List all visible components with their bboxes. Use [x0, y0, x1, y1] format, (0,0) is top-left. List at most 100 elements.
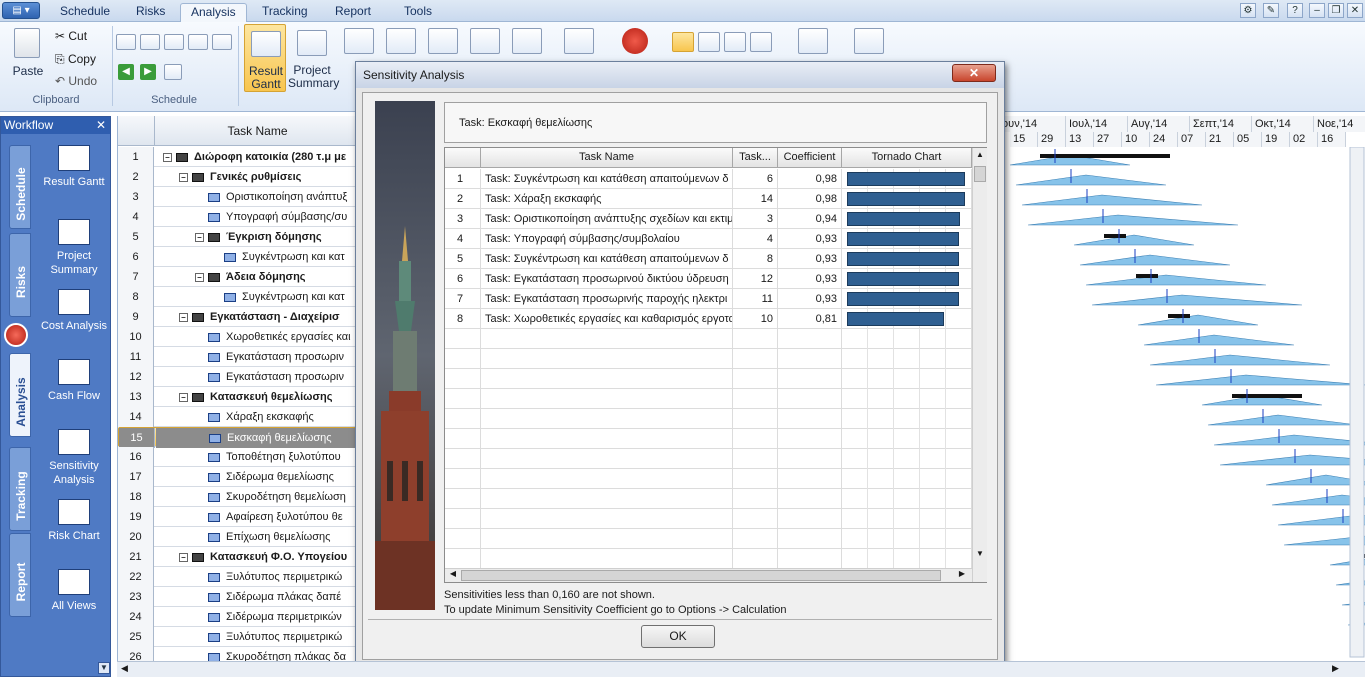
- column-header-task[interactable]: Task...: [733, 148, 778, 168]
- table-row[interactable]: 6 Συγκέντρωση και κατ: [118, 247, 361, 267]
- table-row[interactable]: 4 Υπογραφή σύμβασης/συ: [118, 207, 361, 227]
- task-name-cell[interactable]: – Κατασκευή θεμελίωσης: [155, 387, 361, 407]
- workflow-tab-analysis[interactable]: Analysis: [9, 353, 31, 437]
- tab-tracking[interactable]: Tracking: [252, 3, 318, 22]
- paste-icon[interactable]: [14, 28, 40, 58]
- close-icon[interactable]: ✕: [96, 117, 106, 134]
- restore-icon[interactable]: ❐: [1328, 3, 1344, 18]
- scenario-low-icon[interactable]: [672, 32, 694, 52]
- undo-button[interactable]: ↶ Undo: [55, 74, 97, 88]
- table-row[interactable]: 21 – Κατασκευή Φ.Ο. Υπογείου: [118, 547, 361, 567]
- gantt-compare-icon[interactable]: [470, 28, 500, 54]
- scroll-up-icon[interactable]: ▲: [974, 150, 986, 162]
- table-row[interactable]: 7 – Άδεια δόμησης: [118, 267, 361, 287]
- table-row[interactable]: 24 Σιδέρωμα περιμετρικών: [118, 607, 361, 627]
- task-name-cell[interactable]: – Κατασκευή Φ.Ο. Υπογείου: [155, 547, 361, 567]
- column-header-tornado-chart[interactable]: Tornado Chart: [842, 148, 972, 168]
- task-name-cell[interactable]: Εγκατάσταση προσωριν: [155, 367, 361, 387]
- tab-risks[interactable]: Risks: [126, 3, 175, 22]
- task-name-cell[interactable]: Επίχωση θεμελίωσης: [155, 527, 361, 547]
- tab-report[interactable]: Report: [325, 3, 381, 22]
- copy-button[interactable]: ⎘ Copy: [55, 52, 96, 67]
- arrow-right-icon[interactable]: ▶: [140, 64, 156, 80]
- minimize-icon[interactable]: –: [1309, 3, 1325, 18]
- table-row[interactable]: 10 Χωροθετικές εργασίες και: [118, 327, 361, 347]
- table-row[interactable]: 2 Task: Χάραξη εκσκαφής 14 0,98: [445, 189, 972, 209]
- tab-schedule[interactable]: Schedule: [50, 3, 120, 22]
- scenario-high-icon[interactable]: [750, 32, 772, 52]
- split-icon[interactable]: [212, 34, 232, 50]
- workflow-tab-risks[interactable]: Risks: [9, 233, 31, 317]
- tornado-icon[interactable]: [854, 28, 884, 54]
- gantt-view-icon[interactable]: [512, 28, 542, 54]
- scenario-expected-icon[interactable]: [698, 32, 720, 52]
- workflow-risk-chart[interactable]: Risk Chart: [39, 499, 109, 543]
- column-header-task-name[interactable]: Task Name: [481, 148, 733, 168]
- task-name-cell[interactable]: Σιδέρωμα περιμετρικών: [155, 607, 361, 627]
- collapse-icon[interactable]: –: [163, 152, 172, 162]
- collapse-icon[interactable]: –: [179, 392, 188, 402]
- table-row[interactable]: 1– Διώροφη κατοικία (280 τ.μ με: [118, 147, 361, 167]
- close-icon[interactable]: ✕: [1347, 3, 1363, 18]
- table-row[interactable]: 20 Επίχωση θεμελίωσης: [118, 527, 361, 547]
- scroll-left-icon[interactable]: ◀: [121, 663, 128, 674]
- workflow-tab-schedule[interactable]: Schedule: [9, 145, 31, 229]
- tab-analysis[interactable]: Analysis: [180, 3, 247, 22]
- vertical-scrollbar[interactable]: [1349, 147, 1365, 658]
- task-name-cell[interactable]: Ξυλότυπος περιμετρικώ: [155, 627, 361, 647]
- table-row[interactable]: 8 Task: Χωροθετικές εργασίες και καθαρισμ…: [445, 309, 972, 329]
- cost-analysis-icon[interactable]: [344, 28, 374, 54]
- task-name-cell[interactable]: – Έγκριση δόμησης: [155, 227, 361, 247]
- workflow-cost-analysis[interactable]: Cost Analysis: [39, 289, 109, 333]
- paste-button[interactable]: Paste: [8, 65, 48, 78]
- table-row[interactable]: 15 Εκσκαφή θεμελίωσης: [118, 427, 362, 448]
- task-name-cell[interactable]: – Άδεια δόμησης: [155, 267, 361, 287]
- task-name-cell[interactable]: – Εγκατάσταση - Διαχείρισ: [155, 307, 361, 327]
- task-name-cell[interactable]: Τοποθέτηση ξυλοτύπου: [155, 447, 361, 467]
- chevron-down-icon[interactable]: ▼: [98, 662, 110, 674]
- table-row[interactable]: 23 Σιδέρωμα πλάκας δαπέ: [118, 587, 361, 607]
- task-name-cell[interactable]: Υπογραφή σύμβασης/συ: [155, 207, 361, 227]
- cash-flow-icon[interactable]: [386, 28, 416, 54]
- task-name-cell[interactable]: – Γενικές ρυθμίσεις: [155, 167, 361, 187]
- scroll-down-icon[interactable]: ▼: [974, 549, 986, 561]
- table-row[interactable]: 17 Σιδέρωμα θεμελίωσης: [118, 467, 361, 487]
- table-row[interactable]: 7 Task: Εγκατάσταση προσωρινής παροχής ηλ…: [445, 289, 972, 309]
- collapse-icon[interactable]: –: [195, 272, 204, 282]
- dialog-close-button[interactable]: ✕: [952, 64, 996, 82]
- unlink-icon[interactable]: [188, 34, 208, 50]
- app-menu-button[interactable]: ▤ ▾: [2, 2, 40, 19]
- table-row[interactable]: 5 – Έγκριση δόμησης: [118, 227, 361, 247]
- table-row[interactable]: 12 Εγκατάσταση προσωριν: [118, 367, 361, 387]
- scroll-left-icon[interactable]: ◀: [447, 569, 459, 581]
- table-row[interactable]: 13 – Κατασκευή θεμελίωσης: [118, 387, 361, 407]
- calendar-icon[interactable]: [164, 64, 182, 80]
- task-name-header[interactable]: Task Name: [155, 116, 361, 146]
- outdent-icon[interactable]: [140, 34, 160, 50]
- table-row[interactable]: 6 Task: Εγκατάσταση προσωρινού δικτύου ύδ…: [445, 269, 972, 289]
- table-row[interactable]: 2 – Γενικές ρυθμίσεις: [118, 167, 361, 187]
- table-row[interactable]: 16 Τοποθέτηση ξυλοτύπου: [118, 447, 361, 467]
- help-icon[interactable]: ?: [1287, 3, 1303, 18]
- histogram-icon[interactable]: [798, 28, 828, 54]
- table-row[interactable]: 18 Σκυροδέτηση θεμελίωση: [118, 487, 361, 507]
- task-name-cell[interactable]: – Διώροφη κατοικία (280 τ.μ με: [155, 147, 361, 167]
- task-name-cell[interactable]: Χωροθετικές εργασίες και: [155, 327, 361, 347]
- bottom-scrollbar[interactable]: ◀ ▶: [117, 661, 1365, 677]
- task-name-cell[interactable]: Σιδέρωμα θεμελίωσης: [155, 467, 361, 487]
- link-icon[interactable]: [164, 34, 184, 50]
- task-name-cell[interactable]: Αφαίρεση ξυλοτύπου θε: [155, 507, 361, 527]
- workflow-all-views[interactable]: All Views: [39, 569, 109, 613]
- workflow-cash-flow[interactable]: Cash Flow: [39, 359, 109, 403]
- task-name-cell[interactable]: Σιδέρωμα πλάκας δαπέ: [155, 587, 361, 607]
- ok-button[interactable]: OK: [641, 625, 715, 648]
- scroll-thumb[interactable]: [974, 166, 986, 182]
- task-name-cell[interactable]: Ξυλότυπος περιμετρικώ: [155, 567, 361, 587]
- task-name-cell[interactable]: Χάραξη εκσκαφής: [155, 407, 361, 427]
- table-row[interactable]: 14 Χάραξη εκσκαφής: [118, 407, 361, 427]
- scroll-thumb[interactable]: [461, 570, 941, 581]
- table-row[interactable]: 4 Task: Υπογραφή σύμβασης/συμβολαίου 4 0,93: [445, 229, 972, 249]
- task-name-cell[interactable]: Συγκέντρωση και κατ: [155, 287, 361, 307]
- scenario-lou-icon[interactable]: [724, 32, 746, 52]
- collapse-icon[interactable]: –: [179, 312, 188, 322]
